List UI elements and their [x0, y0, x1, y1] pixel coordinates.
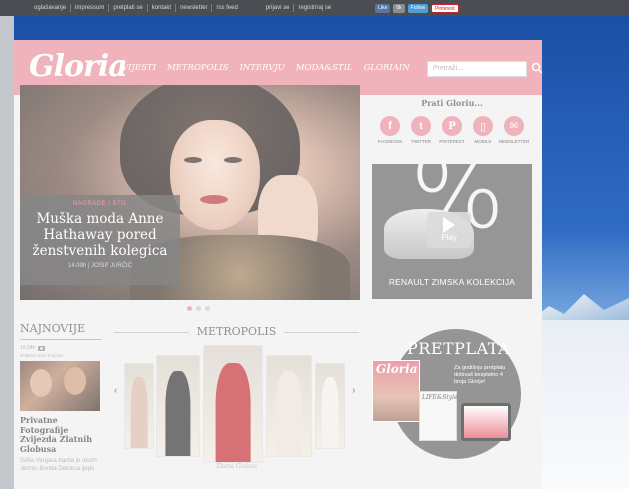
follow-mobile[interactable]: ▯ MOBILE	[468, 116, 498, 144]
slider-dot-2[interactable]	[196, 306, 201, 311]
mobile-icon: ▯	[473, 116, 493, 136]
hero-title[interactable]: Muška moda Anne Hathaway pored ženstveni…	[28, 211, 172, 259]
hero-photo-face	[170, 120, 260, 230]
latest-excerpt: Sofía Vergara bacila je okom Jenniu Bond…	[20, 458, 97, 472]
register-link[interactable]: registriraj se	[294, 4, 335, 12]
follow-pinterest[interactable]: P PINTEREST	[437, 116, 467, 144]
camera-icon	[38, 346, 46, 351]
latest-title: NAJNOVIJE	[20, 322, 86, 335]
pinterest-button[interactable]: Pinterest	[431, 3, 459, 13]
pinterest-icon: P	[442, 116, 462, 136]
slider-dots	[187, 306, 210, 311]
gallery-image-1[interactable]	[124, 363, 154, 449]
latest-category[interactable]: ZABAVA ZZA KULISA	[20, 353, 102, 358]
gallery-caption[interactable]: Zlatni Globus	[114, 463, 359, 470]
nav-item-moda-stil[interactable]: MODA&STIL	[296, 63, 353, 73]
utility-links-auth: prijavi se registriraj se	[262, 4, 335, 12]
ad-caption: RENAULT ZIMSKA KOLEKCIJA	[388, 277, 516, 287]
metropolis-title[interactable]: METROPOLIS	[114, 325, 359, 338]
subscription-text: Za godišnju pretplatu dobivaš besplatno …	[454, 365, 506, 385]
renault-ad-banner[interactable]: % Play RENAULT ZIMSKA KOLEKCIJA	[372, 164, 532, 299]
utility-link-impressum[interactable]: impressum	[71, 4, 110, 12]
latest-timestamp: 16:34h	[20, 345, 102, 351]
lifestyle-magazine-cover: LIFE&Style	[419, 391, 458, 441]
utility-link-advertising[interactable]: oglašavanje	[30, 4, 72, 12]
login-link[interactable]: prijavi se	[262, 4, 295, 12]
utility-links-left: oglašavanje impressum pretplati se konta…	[30, 4, 242, 12]
follow-title: Prati Gloriu...	[421, 98, 483, 108]
tablet-image	[461, 403, 511, 441]
nav-item-vijesti[interactable]: VIJESTI	[122, 63, 156, 73]
ad-play-button[interactable]: Play	[427, 212, 471, 248]
latest-thumbnail[interactable]	[20, 361, 100, 411]
metropolis-gallery	[124, 345, 346, 465]
background-left-strip	[0, 16, 14, 489]
utility-link-rss[interactable]: rss feed	[212, 4, 241, 12]
follow-icons: f FACEBOOK t TWITTER P PINTEREST ▯ MOBIL…	[372, 116, 532, 144]
social-buttons: Like 0k Follow Pinterest	[375, 3, 459, 13]
search-input[interactable]: Pretraži...	[427, 61, 527, 77]
gallery-image-5[interactable]	[315, 363, 345, 449]
utility-link-contact[interactable]: kontakt	[148, 4, 177, 12]
search-icon[interactable]	[531, 62, 542, 74]
hero-category[interactable]: NAGRADE I STIL	[28, 201, 172, 207]
utility-bar: oglašavanje impressum pretplati se konta…	[0, 0, 629, 16]
gloria-magazine-cover: Gloria	[372, 360, 420, 422]
facebook-icon: f	[380, 116, 400, 136]
facebook-like-button[interactable]: Like	[375, 3, 391, 13]
main-nav: VIJESTI METROPOLIS INTERVJU MODA&STIL GL…	[122, 63, 410, 73]
main-page: Gloria VIJESTI METROPOLIS INTERVJU MODA&…	[14, 40, 542, 489]
follow-twitter[interactable]: t TWITTER	[406, 116, 436, 144]
follow-facebook[interactable]: f FACEBOOK	[375, 116, 405, 144]
subscription-title: PRETPLATA	[407, 339, 511, 358]
utility-link-newsletter[interactable]: newsletter	[176, 4, 213, 12]
twitter-follow-button[interactable]: Follow	[407, 3, 429, 13]
slider-dot-1[interactable]	[187, 306, 192, 311]
nav-item-intervju[interactable]: INTERVJU	[239, 63, 284, 73]
follow-widget: Prati Gloriu... f FACEBOOK t TWITTER P P…	[372, 98, 532, 154]
background-snow	[529, 320, 629, 489]
metropolis-section: METROPOLIS ‹ › Zlatni Globus	[114, 325, 359, 485]
utility-link-subscribe[interactable]: pretplati se	[109, 4, 148, 12]
gallery-prev-arrow[interactable]: ‹	[114, 385, 117, 396]
gallery-next-arrow[interactable]: ›	[352, 385, 355, 396]
latest-headline[interactable]: Privatne Fotografije Zvijezda Zlatnih Gl…	[20, 415, 102, 454]
hero-caption[interactable]: NAGRADE I STIL Muška moda Anne Hathaway …	[20, 195, 180, 285]
follow-newsletter[interactable]: ✉ NEWSLETTER	[499, 116, 529, 144]
like-count-badge: 0k	[393, 3, 405, 13]
latest-news: NAJNOVIJE 16:34h ZABAVA ZZA KULISA Priva…	[20, 322, 102, 473]
twitter-icon: t	[411, 116, 431, 136]
gallery-image-4[interactable]	[266, 355, 312, 457]
hero-slider[interactable]: NAGRADE I STIL Muška moda Anne Hathaway …	[20, 85, 360, 300]
gloria-logo[interactable]: Gloria	[29, 49, 128, 84]
hero-meta: 14.09h | JOSIP JURČIĆ	[67, 263, 133, 269]
nav-item-gloriain[interactable]: GLORIAIN	[364, 63, 410, 73]
gallery-image-2[interactable]	[156, 355, 200, 457]
slider-dot-3[interactable]	[205, 306, 210, 311]
newsletter-icon: ✉	[504, 116, 524, 136]
gallery-image-3[interactable]	[203, 345, 263, 463]
nav-item-metropolis[interactable]: METROPOLIS	[167, 63, 228, 73]
subscription-promo[interactable]: PRETPLATA Za godišnju pretplatu dobivaš …	[369, 325, 539, 485]
play-icon	[443, 217, 455, 233]
